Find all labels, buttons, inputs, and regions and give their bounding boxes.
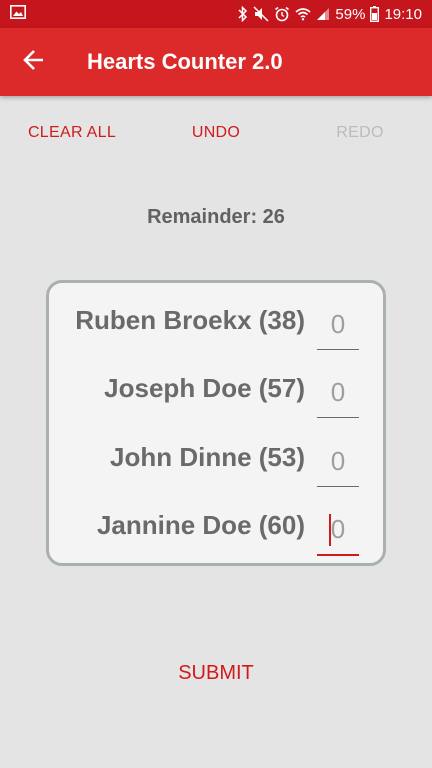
battery-percentage: 59% (335, 5, 366, 23)
text-cursor (329, 514, 331, 546)
app-bar: Hearts Counter 2.0 (0, 28, 432, 96)
score-input[interactable]: 0 (317, 301, 359, 350)
player-row: Ruben Broekx (38) 0 (49, 295, 383, 355)
undo-button[interactable]: UNDO (176, 116, 256, 150)
clear-all-button[interactable]: CLEAR ALL (22, 116, 122, 150)
mute-icon (253, 6, 269, 22)
score-input-focused[interactable]: 0 (317, 506, 359, 556)
player-name: Ruben Broekx (38) (75, 305, 305, 335)
remainder-label: Remainder: 26 (147, 206, 285, 228)
submit-button[interactable]: SUBMIT (156, 656, 276, 690)
back-button[interactable] (6, 34, 62, 90)
redo-button[interactable]: REDO (324, 116, 396, 150)
alarm-icon (274, 6, 290, 22)
player-name: Joseph Doe (57) (104, 373, 305, 403)
gallery-notification-icon (10, 5, 26, 23)
app-title: Hearts Counter 2.0 (87, 49, 283, 74)
player-row: Jannine Doe (60) 0 (49, 500, 383, 560)
player-row: Joseph Doe (57) 0 (49, 363, 383, 423)
score-value: 0 (330, 514, 346, 544)
arrow-back-icon (23, 49, 45, 76)
status-time: 19:10 (384, 5, 422, 23)
wifi-icon (295, 7, 311, 21)
battery-icon (370, 6, 380, 22)
player-name: Jannine Doe (60) (96, 510, 305, 540)
score-input[interactable]: 0 (317, 369, 359, 418)
player-name: John Dinne (53) (109, 442, 305, 472)
scores-card: Ruben Broekx (38) 0 Joseph Doe (57) 0 Jo… (46, 280, 386, 566)
action-row: CLEAR ALL UNDO REDO (0, 116, 432, 150)
status-bar: 59% 19:10 (0, 0, 432, 28)
score-input[interactable]: 0 (317, 438, 359, 487)
bluetooth-icon (238, 6, 248, 22)
signal-icon (316, 7, 330, 21)
player-row: John Dinne (53) 0 (49, 432, 383, 492)
